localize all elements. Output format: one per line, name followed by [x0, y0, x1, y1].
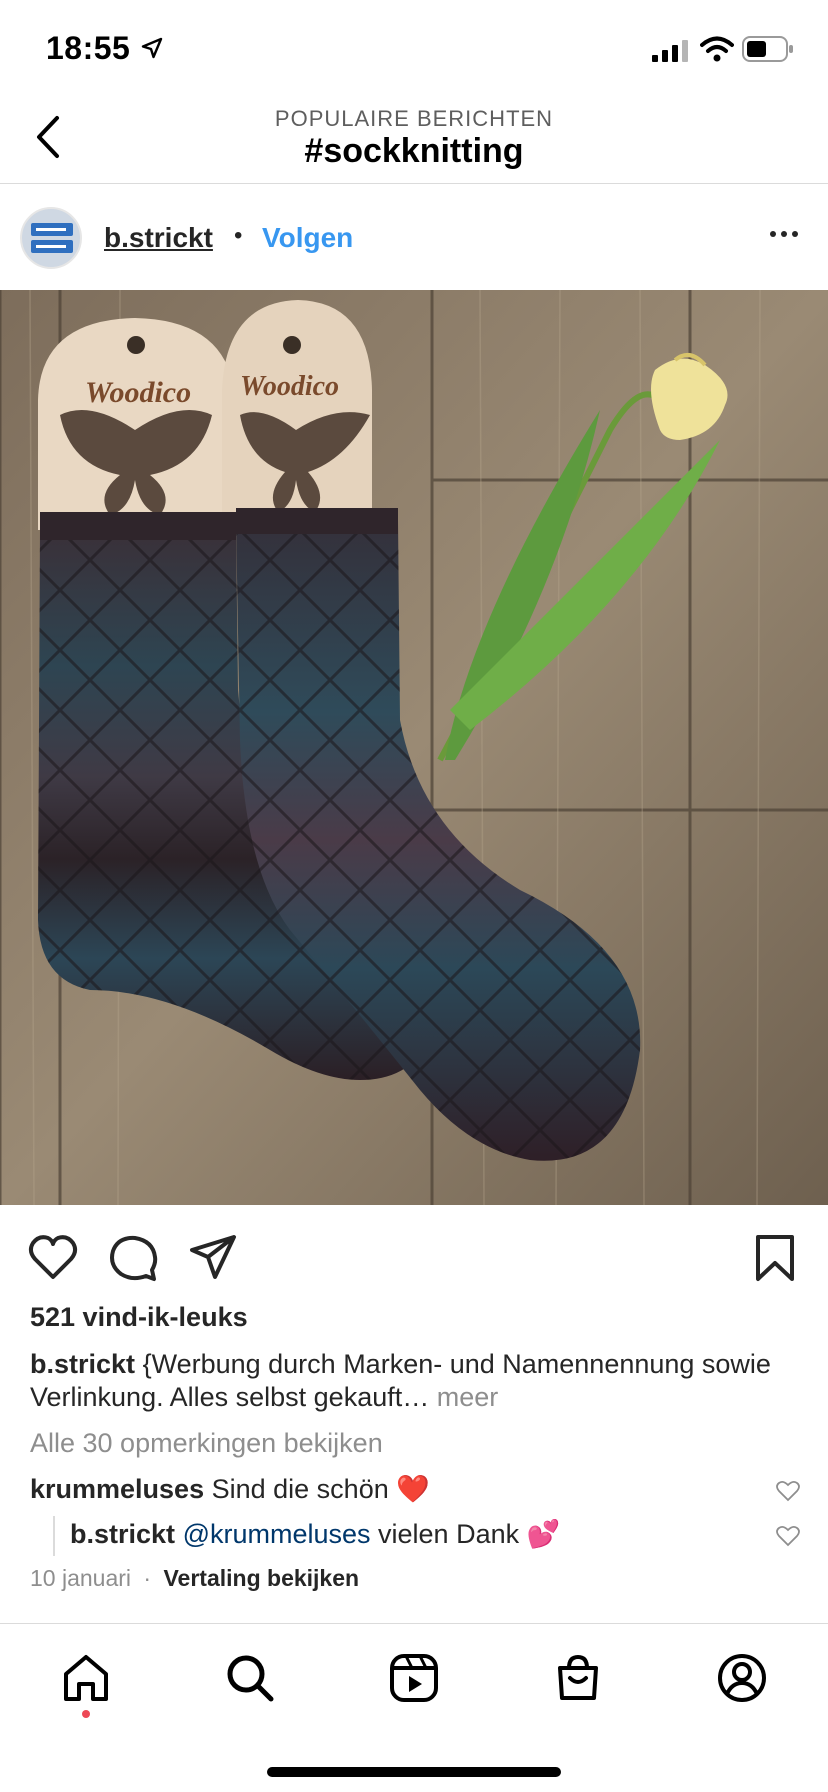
caption-text: {Werbung durch Marken- und Namennennung …: [30, 1349, 771, 1412]
home-indicator: [267, 1767, 561, 1777]
comment-username[interactable]: krummeluses: [30, 1474, 204, 1504]
profile-icon[interactable]: [716, 1652, 768, 1704]
comment-like-heart-icon[interactable]: [776, 1480, 800, 1502]
reply-username[interactable]: b.strickt: [70, 1519, 175, 1549]
comment-reply-item: b.strickt @krummeluses vielen Dank 💕: [70, 1518, 560, 1550]
page-header: POPULAIRE BERICHTEN #sockknitting: [0, 100, 828, 184]
board-text-left: Woodico: [85, 376, 191, 409]
comment-icon[interactable]: [108, 1233, 158, 1283]
notification-dot: [82, 1710, 90, 1718]
avatar[interactable]: [20, 207, 82, 269]
battery-icon: [742, 36, 793, 62]
reply-text: vielen Dank: [378, 1519, 520, 1549]
more-options-icon[interactable]: [762, 219, 806, 249]
comment-text: Sind die schön: [211, 1474, 389, 1504]
share-icon[interactable]: [188, 1233, 238, 1283]
wifi-icon: [700, 36, 734, 62]
home-icon[interactable]: [60, 1652, 112, 1704]
follow-button[interactable]: Volgen: [262, 222, 353, 254]
status-bar: 18:55: [0, 0, 828, 100]
separator-dot: •: [234, 222, 243, 249]
post-actions: [0, 1205, 828, 1305]
caption-username[interactable]: b.strickt: [30, 1349, 135, 1379]
caption-more-link[interactable]: meer: [437, 1382, 499, 1412]
location-arrow-icon: [141, 37, 163, 59]
reply-mention[interactable]: @krummeluses: [183, 1519, 371, 1549]
bookmark-icon[interactable]: [750, 1233, 800, 1283]
likes-count[interactable]: 521 vind-ik-leuks: [30, 1302, 248, 1333]
post-caption: b.strickt {Werbung durch Marken- und Nam…: [30, 1348, 790, 1414]
post-header: b.strickt • Volgen: [0, 185, 828, 290]
signal-icon: [652, 40, 688, 62]
heart-icon[interactable]: [28, 1233, 78, 1283]
reply-like-heart-icon[interactable]: [776, 1525, 800, 1547]
sock-photo-illustration: Woodico Woodico: [0, 290, 828, 1205]
translate-link[interactable]: Vertaling bekijken: [163, 1565, 359, 1591]
status-time: 18:55: [46, 30, 131, 66]
board-text-right: Woodico: [240, 371, 339, 402]
header-title: #sockknitting: [304, 132, 524, 170]
view-all-comments-link[interactable]: Alle 30 opmerkingen bekijken: [30, 1428, 383, 1459]
post-photo[interactable]: Woodico Woodico: [0, 290, 828, 1205]
hearts-emoji: 💕: [526, 1519, 561, 1549]
meta-separator: ·: [143, 1565, 152, 1591]
post-meta: 10 januari · Vertaling bekijken: [30, 1565, 359, 1592]
heart-emoji: ❤️: [396, 1474, 430, 1504]
reels-icon[interactable]: [388, 1652, 440, 1704]
comment-item: krummeluses Sind die schön ❤️: [30, 1473, 430, 1505]
shop-icon[interactable]: [552, 1652, 604, 1704]
search-icon[interactable]: [224, 1652, 276, 1704]
post-date: 10 januari: [30, 1565, 132, 1591]
post-username[interactable]: b.strickt: [104, 222, 213, 254]
bottom-tab-bar: [0, 1623, 828, 1792]
reply-thread-line: [53, 1516, 55, 1556]
header-subtitle: POPULAIRE BERICHTEN: [274, 106, 554, 131]
